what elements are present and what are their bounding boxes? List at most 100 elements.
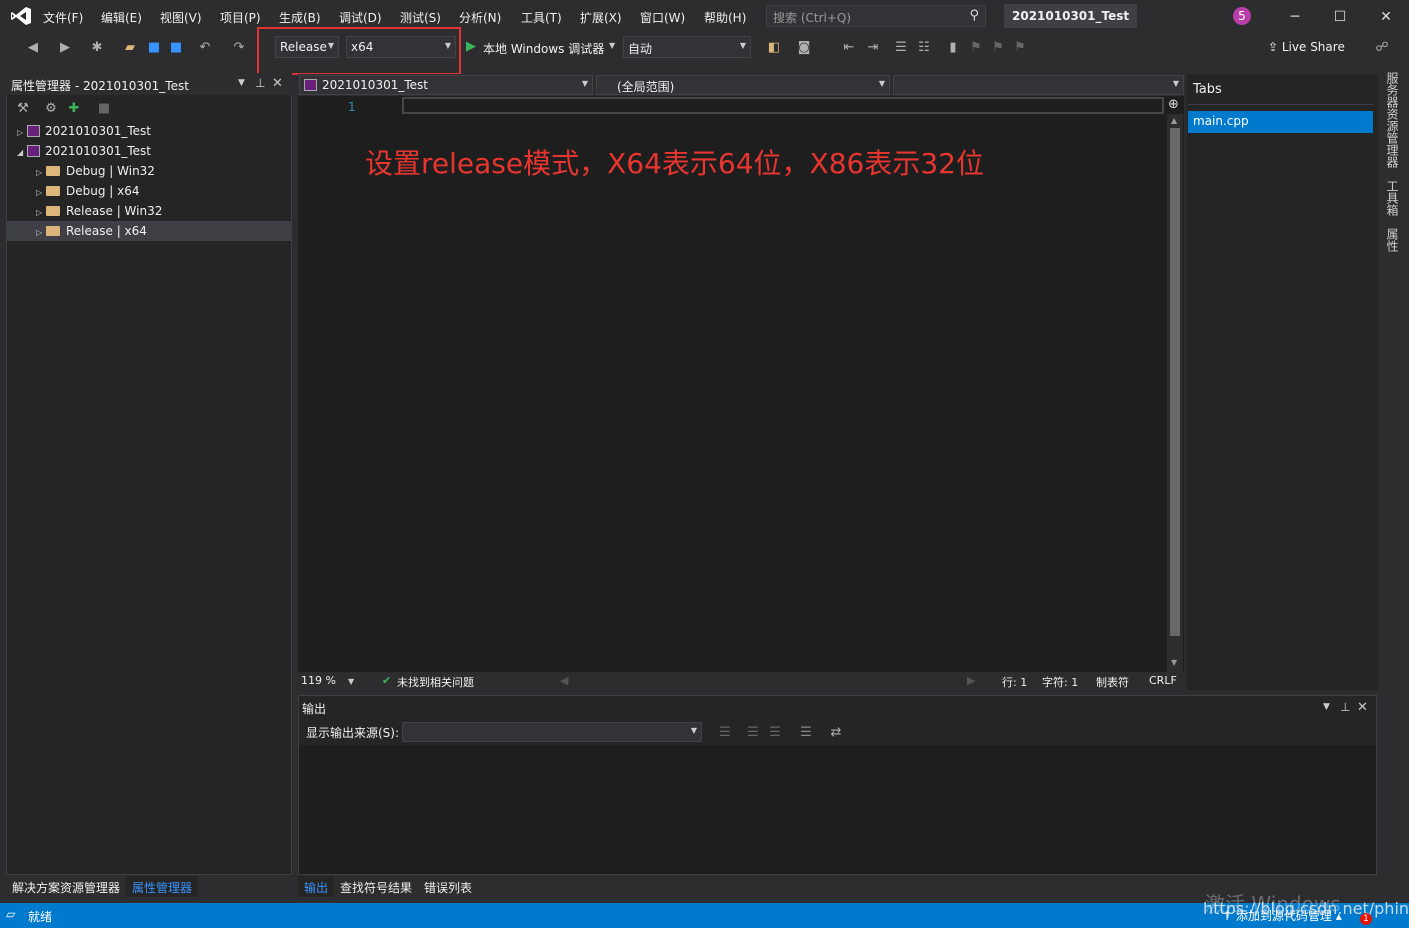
menu-view[interactable]: 视图(V) [160,9,202,26]
tree-item-config[interactable]: ▷ Release | Win32 [7,201,291,221]
clear-bookmarks-icon[interactable]: ⚑ [1011,39,1029,57]
open-file-icon[interactable]: ▰ [121,39,139,57]
scroll-left-icon[interactable]: ◀ [560,674,568,687]
user-badge[interactable]: 5 [1233,7,1251,25]
member-combo[interactable]: ▼ [893,75,1184,95]
tab-property-manager[interactable]: 属性管理器 [126,876,199,897]
redo-icon[interactable]: ↷ [230,39,248,57]
menu-test[interactable]: 测试(S) [400,9,441,26]
chevron-down-icon[interactable]: ▼ [609,41,615,50]
wrench-icon[interactable]: ⚒ [14,100,32,118]
notification-badge[interactable]: 1 [1360,913,1372,925]
menu-extensions[interactable]: 扩展(X) [580,9,622,26]
menu-project[interactable]: 项目(P) [220,9,261,26]
zoom-level[interactable]: 119 % [301,674,336,687]
split-icon[interactable]: ⊕ [1168,97,1179,112]
menu-window[interactable]: 窗口(W) [640,9,685,26]
new-project-icon[interactable]: ✱ [88,39,106,57]
clear-all-icon[interactable]: ☰ [797,724,815,742]
scrollbar-thumb[interactable] [1170,128,1180,636]
panel-dropdown-icon[interactable]: ▼ [1323,702,1330,712]
expand-icon[interactable]: ▷ [17,128,27,137]
scroll-down-icon[interactable]: ▼ [1171,658,1177,667]
search-icon[interactable]: ⚲ [969,8,979,23]
tab-solution-explorer[interactable]: 解决方案资源管理器 [6,876,126,897]
tab-item-main-cpp[interactable]: main.cpp [1188,111,1373,133]
menu-debug[interactable]: 调试(D) [339,9,382,26]
pin-icon[interactable]: ⊥ [255,76,265,90]
expand-icon[interactable]: ▷ [36,188,46,197]
code-editor[interactable] [298,96,1184,672]
start-debugger-button[interactable]: 本地 Windows 调试器 [483,40,604,57]
menu-build[interactable]: 生成(B) [279,9,321,26]
menu-file[interactable]: 文件(F) [43,9,83,26]
check-icon: ✔ [382,674,392,687]
minimize-icon[interactable]: ─ [1280,6,1310,28]
find-in-files-icon[interactable]: ◧ [765,39,783,57]
feedback-icon[interactable]: ☍ [1373,39,1391,57]
maximize-icon[interactable]: ☐ [1325,6,1355,28]
next-bookmark-icon[interactable]: ⚑ [989,39,1007,57]
debugger-mode-dropdown[interactable]: 自动 ▼ [623,36,751,58]
tab-find-symbol-results[interactable]: 查找符号结果 [334,876,418,897]
menu-help[interactable]: 帮助(H) [704,9,746,26]
screenshot-icon[interactable]: ◙ [795,39,813,57]
expand-icon[interactable]: ▷ [36,168,46,177]
start-debug-icon[interactable]: ▶ [466,39,476,54]
tree-item-project[interactable]: ▷ 2021010301_Test [7,121,291,141]
issues-status[interactable]: 未找到相关问题 [397,674,474,690]
step-out-icon[interactable]: ⇥ [864,39,882,57]
save-sheet-icon[interactable]: ■ [95,100,113,118]
save-all-icon[interactable]: ■ [167,39,185,57]
toolbox-tab[interactable]: 工具箱 [1384,180,1401,216]
folder-icon [46,186,60,196]
output-content[interactable] [299,745,1376,874]
scroll-right-icon[interactable]: ▶ [967,674,975,687]
output-source-dropdown[interactable]: ▼ [402,722,702,742]
scroll-up-icon[interactable]: ▲ [1171,116,1177,125]
back-icon[interactable]: ◀ [24,39,42,57]
close-icon[interactable]: ✕ [1371,6,1401,28]
tree-item-config-selected[interactable]: ▷ Release | x64 [7,221,291,241]
search-input[interactable]: 搜索 (Ctrl+Q) ⚲ [766,5,986,27]
step-icon[interactable]: ⇤ [840,39,858,57]
panel-dropdown-icon[interactable]: ▼ [238,78,245,88]
word-wrap-icon[interactable]: ⇄ [827,724,845,742]
prev-bookmark-icon[interactable]: ⚑ [967,39,985,57]
prev-message-icon[interactable]: ☰ [744,724,762,742]
add-property-sheet-icon[interactable]: ✚ [65,100,83,118]
forward-icon[interactable]: ▶ [56,39,74,57]
comment-icon[interactable]: ☰ [892,39,910,57]
uncomment-icon[interactable]: ☷ [915,39,933,57]
menu-analyze[interactable]: 分析(N) [459,9,501,26]
expand-icon[interactable]: ▷ [36,208,46,217]
chevron-down-icon[interactable]: ▼ [348,677,354,686]
tab-output[interactable]: 输出 [298,876,335,897]
tab-error-list[interactable]: 错误列表 [418,876,478,897]
collapse-icon[interactable]: ◢ [17,148,27,157]
find-message-icon[interactable]: ☰ [716,724,734,742]
properties-tab[interactable]: 属性 [1384,228,1401,252]
eol-mode[interactable]: CRLF [1149,674,1177,687]
server-explorer-tab[interactable]: 服务器资源管理器 [1384,72,1401,168]
menu-tools[interactable]: 工具(T) [521,9,562,26]
next-message-icon[interactable]: ☰ [766,724,784,742]
tree-item-config[interactable]: ▷ Debug | Win32 [7,161,291,181]
live-share-button[interactable]: ⇪ Live Share [1268,40,1345,54]
close-panel-icon[interactable]: ✕ [272,76,283,91]
pin-icon[interactable]: ⊥ [1340,700,1350,714]
project-combo[interactable]: 2021010301_Test ▼ [299,75,593,95]
tabs-panel [1187,74,1378,690]
menu-edit[interactable]: 编辑(E) [101,9,142,26]
close-panel-icon[interactable]: ✕ [1357,700,1368,715]
tree-item-project[interactable]: ◢ 2021010301_Test [7,141,291,161]
undo-icon[interactable]: ↶ [196,39,214,57]
visual-studio-logo-icon[interactable] [10,6,32,26]
tree-item-config[interactable]: ▷ Debug | x64 [7,181,291,201]
scope-combo[interactable]: (全局范围) ▼ [596,75,890,95]
properties-icon[interactable]: ⚙ [42,100,60,118]
bookmark-icon[interactable]: ▮ [944,39,962,57]
tabs-mode[interactable]: 制表符 [1096,674,1129,690]
expand-icon[interactable]: ▷ [36,228,46,237]
save-icon[interactable]: ■ [145,39,163,57]
